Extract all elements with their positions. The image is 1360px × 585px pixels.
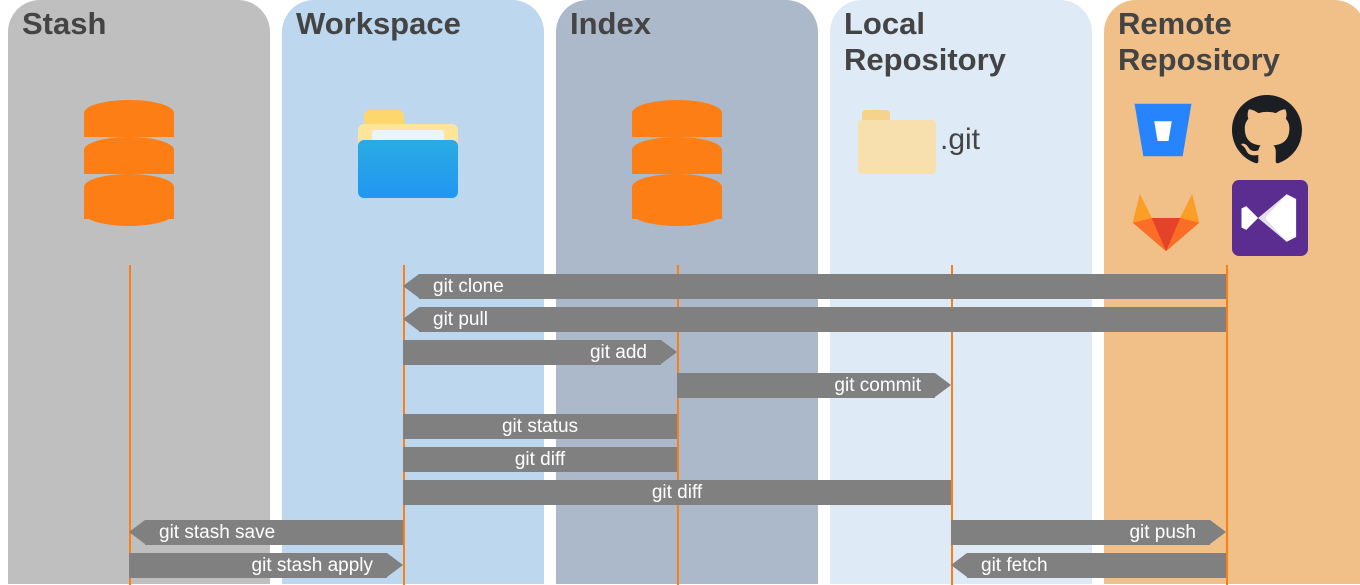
cmd-label: git add (590, 340, 647, 365)
column-stash: Stash (8, 0, 270, 584)
column-label: Remote Repository (1118, 6, 1280, 78)
lifeline-remote-repo (1226, 265, 1228, 585)
cmd-label: git status (403, 414, 677, 439)
cmd-git-diff-index: git diff (403, 447, 677, 472)
column-label: Index (570, 6, 651, 42)
git-folder-label: .git (940, 123, 980, 157)
remote-logos (1128, 95, 1338, 261)
file-explorer-icon (358, 110, 458, 198)
cmd-git-stash-apply: git stash apply (129, 553, 387, 578)
cmd-label: git diff (403, 447, 677, 472)
cmd-git-clone: git clone (419, 274, 1226, 299)
cmd-label: git stash save (159, 520, 275, 545)
column-label: Stash (22, 6, 106, 42)
column-label: Local Repository (844, 6, 1006, 78)
cmd-git-push: git push (951, 520, 1210, 545)
gitlab-icon (1128, 180, 1204, 261)
cmd-label: git clone (433, 274, 504, 299)
database-icon (632, 100, 722, 210)
database-icon (84, 100, 174, 210)
column-label: Workspace (296, 6, 461, 42)
cmd-git-status: git status (403, 414, 677, 439)
cmd-label: git diff (403, 480, 951, 505)
cmd-label: git commit (834, 373, 921, 398)
cmd-label: git pull (433, 307, 488, 332)
cmd-git-commit: git commit (677, 373, 935, 398)
github-icon (1232, 95, 1302, 170)
cmd-git-stash-save: git stash save (145, 520, 403, 545)
folder-icon (858, 110, 936, 174)
cmd-git-add: git add (403, 340, 661, 365)
cmd-git-pull: git pull (419, 307, 1226, 332)
cmd-label: git stash apply (252, 553, 373, 578)
bitbucket-icon (1128, 95, 1198, 170)
cmd-git-fetch: git fetch (967, 553, 1226, 578)
cmd-git-diff-local: git diff (403, 480, 951, 505)
cmd-label: git fetch (981, 553, 1048, 578)
cmd-label: git push (1129, 520, 1196, 545)
visual-studio-icon (1232, 180, 1308, 261)
